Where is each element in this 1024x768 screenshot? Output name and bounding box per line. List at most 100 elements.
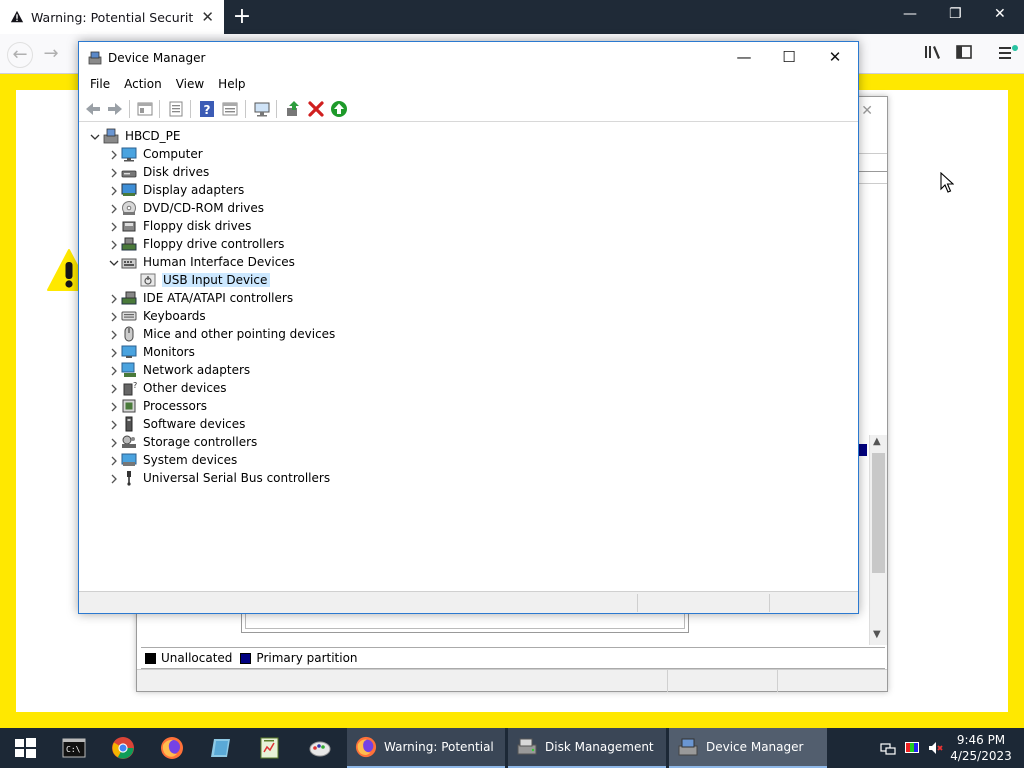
sidebar-icon[interactable] — [956, 44, 972, 60]
chrome-icon[interactable] — [111, 736, 135, 760]
tree-item-dvd-cd-rom-drives[interactable]: DVD/CD-ROM drives — [121, 199, 264, 217]
menu-icon[interactable] — [998, 44, 1018, 60]
expand-chevron-right-icon[interactable] — [109, 419, 119, 430]
tree-item-storage-controllers[interactable]: Storage controllers — [121, 433, 257, 451]
tree-item-keyboards[interactable]: Keyboards — [121, 307, 206, 325]
expand-chevron-down-icon[interactable] — [90, 131, 100, 141]
library-icon[interactable] — [924, 44, 942, 60]
expand-chevron-down-icon[interactable] — [109, 257, 119, 267]
view-icon[interactable] — [221, 100, 239, 118]
primary-partition-swatch — [859, 444, 867, 456]
notepad-icon[interactable] — [258, 736, 282, 760]
disk-scrollbar[interactable]: ▲ ▼ — [869, 435, 887, 645]
expand-chevron-right-icon[interactable] — [109, 239, 119, 250]
forward-button[interactable]: → — [38, 42, 64, 68]
menu-view[interactable]: View — [169, 77, 211, 91]
scroll-up-icon[interactable]: ▲ — [873, 436, 881, 447]
back-button[interactable]: ← — [7, 42, 33, 68]
help-icon[interactable]: ? — [198, 100, 216, 118]
tree-item-system-devices[interactable]: System devices — [121, 451, 237, 469]
expand-chevron-right-icon[interactable] — [109, 383, 119, 394]
tree-item-label: Display adapters — [143, 183, 245, 197]
menu-action[interactable]: Action — [117, 77, 169, 91]
browser-tab-active[interactable]: Warning: Potential Security Risk Ahead ✕ — [0, 0, 224, 34]
tree-item-universal-serial-bus-controllers[interactable]: Universal Serial Bus controllers — [121, 469, 330, 487]
status-segment — [769, 594, 770, 612]
show-hide-console-tree-icon[interactable] — [136, 100, 154, 118]
taskbar-button-disk-management[interactable]: Disk Management — [508, 728, 666, 768]
browser-restore-button[interactable]: ❐ — [949, 6, 962, 22]
expand-chevron-right-icon[interactable] — [109, 203, 119, 214]
expand-chevron-right-icon[interactable] — [109, 401, 119, 412]
expand-chevron-right-icon[interactable] — [109, 293, 119, 304]
scan-hardware-icon[interactable] — [253, 100, 271, 118]
device-manager-titlebar[interactable]: Device Manager — ☐ ✕ — [79, 42, 858, 73]
dvd-icon — [122, 201, 136, 215]
expand-chevron-right-icon[interactable] — [109, 329, 119, 340]
expand-chevron-right-icon[interactable] — [109, 185, 119, 196]
tree-item-network-adapters[interactable]: Network adapters — [121, 361, 250, 379]
expand-chevron-right-icon[interactable] — [109, 149, 119, 160]
new-tab-button[interactable]: + — [232, 4, 252, 29]
scroll-down-icon[interactable]: ▼ — [873, 629, 881, 640]
browser-minimize-button[interactable]: — — [903, 6, 917, 22]
tree-item-floppy-drive-controllers[interactable]: Floppy drive controllers — [121, 235, 284, 253]
taskbar-clock[interactable]: 9:46 PM 4/25/2023 — [946, 732, 1016, 764]
tree-item-processors[interactable]: Processors — [121, 397, 207, 415]
explorer-app-icon[interactable] — [209, 736, 233, 760]
tree-item-label: Floppy drive controllers — [143, 237, 285, 251]
tree-item-other-devices[interactable]: ? Other devices — [121, 379, 227, 397]
expand-chevron-right-icon[interactable] — [109, 473, 119, 484]
close-button[interactable]: ✕ — [820, 48, 850, 66]
tree-item-disk-drives[interactable]: Disk drives — [121, 163, 209, 181]
forward-arrow-icon[interactable] — [106, 100, 124, 118]
tree-item-ide-ata-atapi-controllers[interactable]: IDE ATA/ATAPI controllers — [121, 289, 293, 307]
expand-chevron-right-icon[interactable] — [109, 365, 119, 376]
expand-chevron-right-icon[interactable] — [109, 347, 119, 358]
browser-tab-strip: Warning: Potential Security Risk Ahead ✕… — [0, 0, 1024, 34]
firefox-icon[interactable] — [160, 736, 184, 760]
tree-item-software-devices[interactable]: Software devices — [121, 415, 245, 433]
tree-item-monitors[interactable]: Monitors — [121, 343, 195, 361]
taskbar-button-device-manager[interactable]: Device Manager — [669, 728, 827, 768]
close-tab-icon[interactable]: ✕ — [201, 8, 214, 26]
browser-close-button[interactable]: ✕ — [994, 6, 1006, 22]
expand-chevron-right-icon[interactable] — [109, 311, 119, 322]
device-manager-icon — [88, 51, 102, 64]
tree-item-human-interface-devices[interactable]: Human Interface Devices — [121, 253, 295, 271]
floppy-controller-icon — [121, 237, 137, 251]
start-button-windows-icon[interactable] — [13, 736, 37, 760]
display-color-icon[interactable] — [904, 740, 920, 756]
volume-muted-icon[interactable] — [927, 740, 943, 756]
expand-chevron-right-icon[interactable] — [109, 437, 119, 448]
hid-icon — [121, 258, 137, 269]
tree-item-usb-input-device[interactable]: USB Input Device — [140, 271, 271, 289]
menu-file[interactable]: File — [83, 77, 117, 91]
minimize-button[interactable]: — — [729, 48, 759, 66]
tree-item-mice-and-other-pointing-devices[interactable]: Mice and other pointing devices — [121, 325, 335, 343]
update-driver-icon[interactable] — [284, 100, 302, 118]
expand-chevron-right-icon[interactable] — [109, 455, 119, 466]
paint-icon[interactable] — [308, 736, 332, 760]
enable-device-icon[interactable] — [330, 100, 348, 118]
scroll-thumb[interactable] — [872, 453, 885, 573]
expand-chevron-right-icon[interactable] — [109, 221, 119, 232]
maximize-button[interactable]: ☐ — [774, 48, 804, 66]
software-device-icon — [125, 416, 133, 432]
menu-help[interactable]: Help — [211, 77, 252, 91]
disk-management-close-icon[interactable]: ✕ — [861, 103, 873, 119]
expand-chevron-right-icon[interactable] — [109, 167, 119, 178]
properties-icon[interactable] — [167, 100, 185, 118]
tree-root-hbcd-pe[interactable]: HBCD_PE — [103, 127, 180, 145]
network-adapter-icon — [121, 362, 136, 377]
status-segment — [777, 670, 778, 692]
back-arrow-icon[interactable] — [84, 100, 102, 118]
tree-item-display-adapters[interactable]: Display adapters — [121, 181, 244, 199]
uninstall-device-icon[interactable] — [307, 100, 325, 118]
taskbar-button-firefox[interactable]: Warning: Potential Security Risk Ahead —… — [347, 728, 505, 768]
command-prompt-icon[interactable]: C:\ — [62, 736, 86, 760]
network-icon[interactable] — [880, 740, 896, 756]
processor-icon — [122, 399, 136, 413]
tree-item-floppy-disk-drives[interactable]: Floppy disk drives — [121, 217, 251, 235]
tree-item-computer[interactable]: Computer — [121, 145, 203, 163]
